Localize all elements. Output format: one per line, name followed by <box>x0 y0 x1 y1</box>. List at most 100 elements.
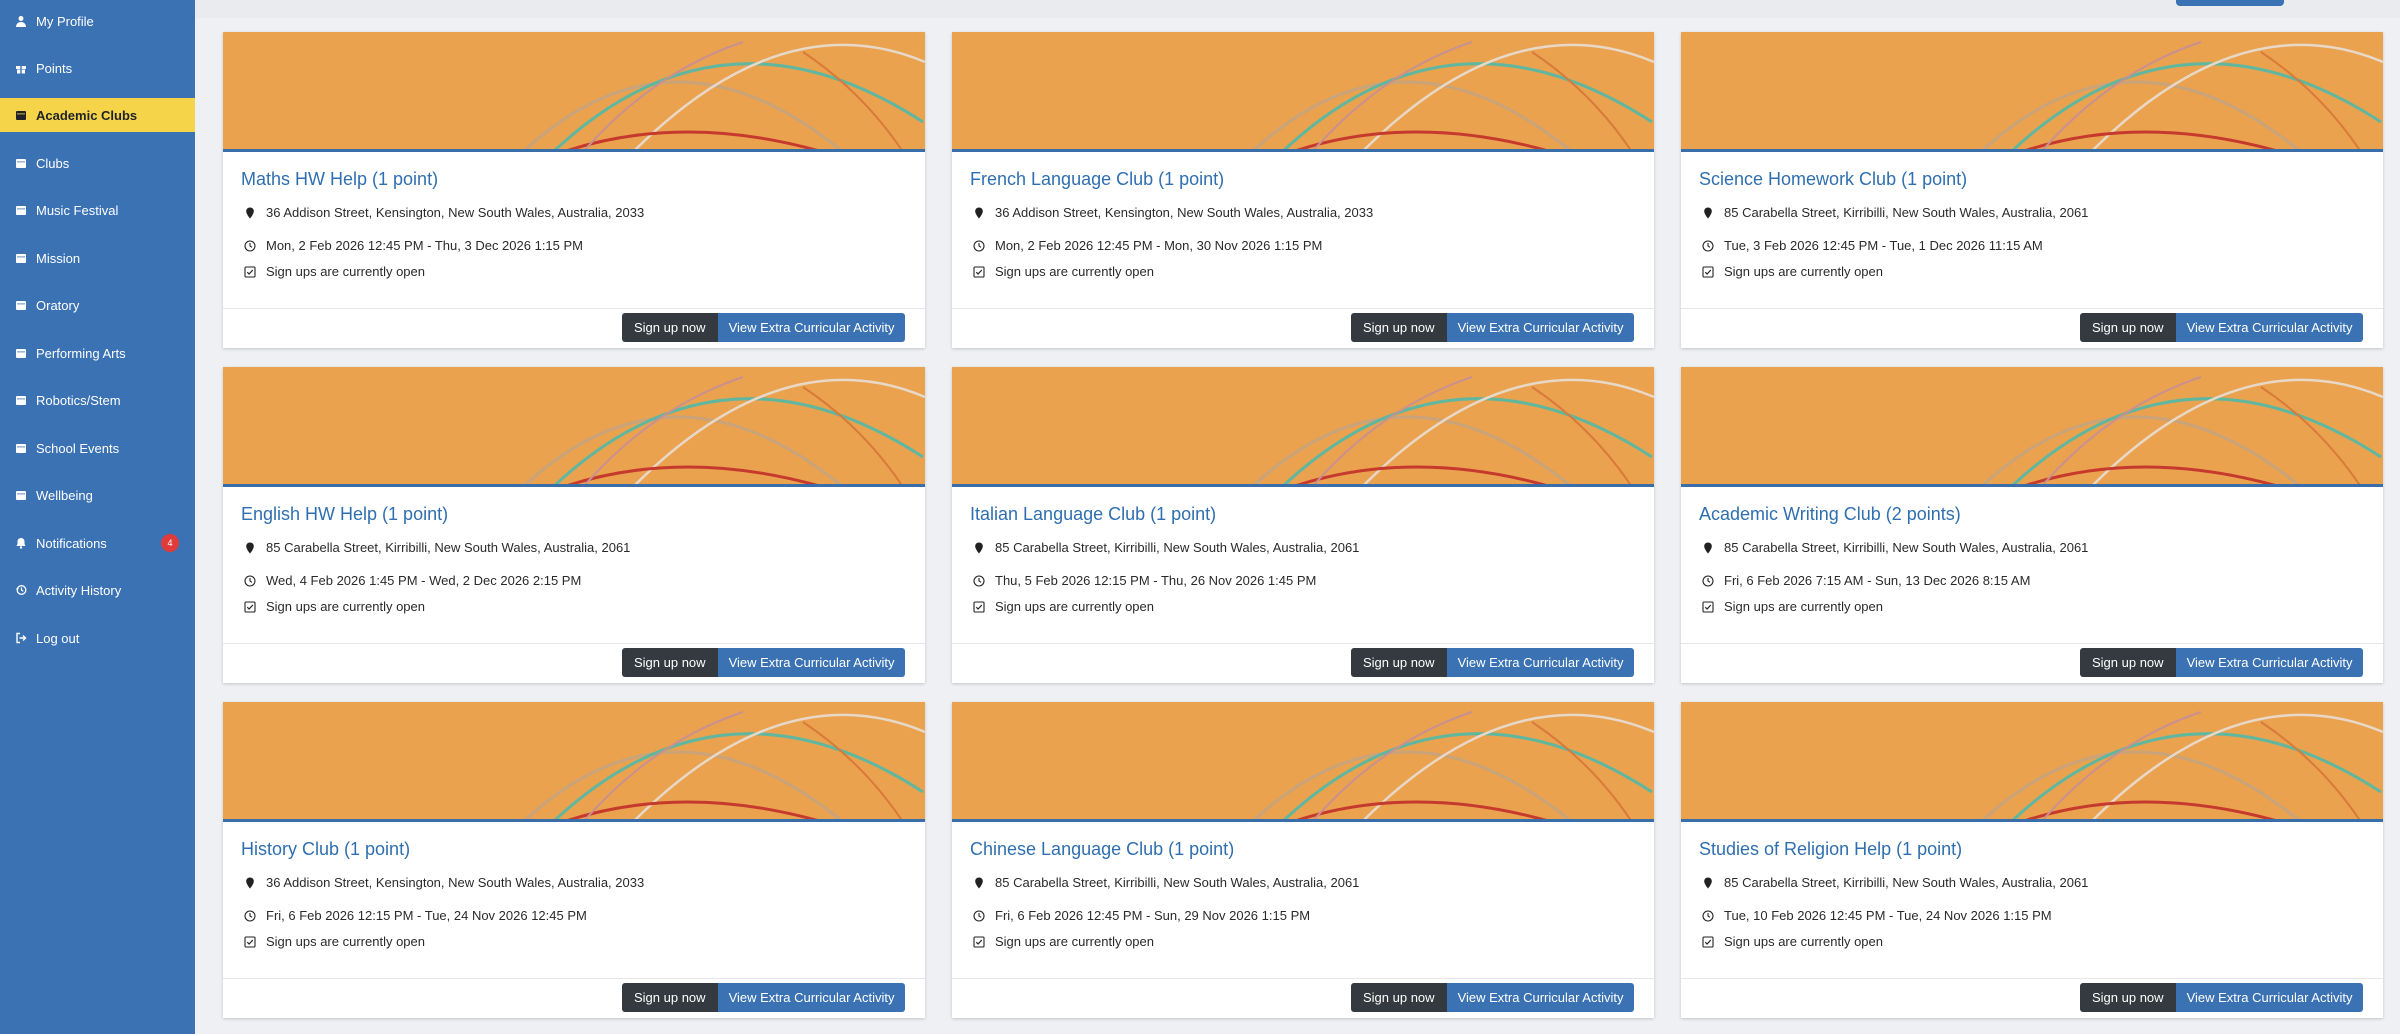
map-pin-icon <box>1701 206 1715 220</box>
view-activity-button[interactable]: View Extra Curricular Activity <box>1446 313 1635 342</box>
sign-up-button[interactable]: Sign up now <box>2080 648 2176 677</box>
card-time: Thu, 5 Feb 2026 12:15 PM - Thu, 26 Nov 2… <box>972 573 1316 588</box>
card-time: Fri, 6 Feb 2026 12:15 PM - Tue, 24 Nov 2… <box>243 908 587 923</box>
view-activity-button[interactable]: View Extra Curricular Activity <box>1446 983 1635 1012</box>
status-text: Sign ups are currently open <box>266 599 425 614</box>
sign-up-button[interactable]: Sign up now <box>2080 313 2176 342</box>
sidebar-item-wellbeing[interactable]: Wellbeing <box>0 478 195 512</box>
status-text: Sign ups are currently open <box>1724 264 1883 279</box>
sidebar-item-points[interactable]: Points <box>0 51 195 85</box>
clock-icon <box>1701 909 1715 923</box>
time-text: Tue, 3 Feb 2026 12:45 PM - Tue, 1 Dec 20… <box>1724 238 2043 253</box>
sidebar: My Profile Points Academic Clubs Clubs M… <box>0 0 195 1034</box>
sidebar-item-mission[interactable]: Mission <box>0 241 195 275</box>
sidebar-item-clubs[interactable]: Clubs <box>0 146 195 180</box>
card-title-link[interactable]: English HW Help (1 point) <box>241 504 448 525</box>
sidebar-item-music-festival[interactable]: Music Festival <box>0 193 195 227</box>
card-actions: Sign up now View Extra Curricular Activi… <box>2080 313 2364 342</box>
clock-icon <box>1701 574 1715 588</box>
card-divider <box>952 643 1654 644</box>
calendar-icon <box>14 488 28 502</box>
location-text: 36 Addison Street, Kensington, New South… <box>995 205 1374 220</box>
card-status: Sign ups are currently open <box>243 264 425 279</box>
card-title-link[interactable]: Studies of Religion Help (1 point) <box>1699 839 1962 860</box>
top-action-button[interactable] <box>2176 0 2284 6</box>
clock-icon <box>972 239 986 253</box>
card-actions: Sign up now View Extra Curricular Activi… <box>622 983 906 1012</box>
sidebar-item-log-out[interactable]: Log out <box>0 621 195 655</box>
card-title-link[interactable]: French Language Club (1 point) <box>970 169 1224 190</box>
card-divider <box>952 978 1654 979</box>
check-square-icon <box>1701 265 1715 279</box>
sidebar-item-my-profile[interactable]: My Profile <box>0 4 195 38</box>
sign-up-button[interactable]: Sign up now <box>2080 983 2176 1012</box>
card-title-link[interactable]: Academic Writing Club (2 points) <box>1699 504 1961 525</box>
location-text: 85 Carabella Street, Kirribilli, New Sou… <box>1724 875 2089 890</box>
activity-card: French Language Club (1 point) 36 Addiso… <box>952 32 1654 348</box>
card-banner-image <box>952 367 1654 487</box>
view-activity-button[interactable]: View Extra Curricular Activity <box>2175 313 2364 342</box>
card-time: Wed, 4 Feb 2026 1:45 PM - Wed, 2 Dec 202… <box>243 573 581 588</box>
view-activity-button[interactable]: View Extra Curricular Activity <box>2175 648 2364 677</box>
calendar-icon <box>14 108 28 122</box>
sidebar-item-activity-history[interactable]: Activity History <box>0 573 195 607</box>
card-actions: Sign up now View Extra Curricular Activi… <box>622 313 906 342</box>
card-location: 85 Carabella Street, Kirribilli, New Sou… <box>972 540 1359 555</box>
calendar-icon <box>14 441 28 455</box>
activity-card: Italian Language Club (1 point) 85 Carab… <box>952 367 1654 683</box>
notification-count-badge: 4 <box>161 534 179 552</box>
location-text: 85 Carabella Street, Kirribilli, New Sou… <box>1724 540 2089 555</box>
card-divider <box>1681 978 2383 979</box>
sign-up-button[interactable]: Sign up now <box>1351 983 1447 1012</box>
card-status: Sign ups are currently open <box>243 934 425 949</box>
card-title-link[interactable]: Chinese Language Club (1 point) <box>970 839 1234 860</box>
card-time: Tue, 10 Feb 2026 12:45 PM - Tue, 24 Nov … <box>1701 908 2052 923</box>
sign-up-button[interactable]: Sign up now <box>1351 313 1447 342</box>
activity-card: History Club (1 point) 36 Addison Street… <box>223 702 925 1018</box>
sidebar-item-school-events[interactable]: School Events <box>0 431 195 465</box>
activity-card: Academic Writing Club (2 points) 85 Cara… <box>1681 367 2383 683</box>
sidebar-item-performing-arts[interactable]: Performing Arts <box>0 336 195 370</box>
view-activity-button[interactable]: View Extra Curricular Activity <box>717 648 906 677</box>
card-location: 36 Addison Street, Kensington, New South… <box>243 205 644 220</box>
card-banner-image <box>223 32 925 152</box>
view-activity-button[interactable]: View Extra Curricular Activity <box>717 983 906 1012</box>
card-location: 85 Carabella Street, Kirribilli, New Sou… <box>1701 540 2088 555</box>
card-title-link[interactable]: Science Homework Club (1 point) <box>1699 169 1967 190</box>
check-square-icon <box>972 935 986 949</box>
activity-card: Studies of Religion Help (1 point) 85 Ca… <box>1681 702 2383 1018</box>
card-time: Fri, 6 Feb 2026 7:15 AM - Sun, 13 Dec 20… <box>1701 573 2030 588</box>
view-activity-button[interactable]: View Extra Curricular Activity <box>2175 983 2364 1012</box>
clock-icon <box>243 574 257 588</box>
card-status: Sign ups are currently open <box>972 934 1154 949</box>
location-text: 85 Carabella Street, Kirribilli, New Sou… <box>995 540 1360 555</box>
status-text: Sign ups are currently open <box>995 599 1154 614</box>
sidebar-item-robotics-stem[interactable]: Robotics/Stem <box>0 383 195 417</box>
card-status: Sign ups are currently open <box>1701 264 1883 279</box>
view-activity-button[interactable]: View Extra Curricular Activity <box>1446 648 1635 677</box>
check-square-icon <box>243 265 257 279</box>
sign-up-button[interactable]: Sign up now <box>622 983 718 1012</box>
check-square-icon <box>243 600 257 614</box>
card-divider <box>952 308 1654 309</box>
view-activity-button[interactable]: View Extra Curricular Activity <box>717 313 906 342</box>
card-location: 36 Addison Street, Kensington, New South… <box>972 205 1373 220</box>
sidebar-item-notifications[interactable]: Notifications 4 <box>0 526 195 560</box>
status-text: Sign ups are currently open <box>266 264 425 279</box>
sidebar-item-oratory[interactable]: Oratory <box>0 288 195 322</box>
card-title-link[interactable]: Italian Language Club (1 point) <box>970 504 1216 525</box>
card-title-link[interactable]: Maths HW Help (1 point) <box>241 169 438 190</box>
sign-up-button[interactable]: Sign up now <box>622 313 718 342</box>
card-title-link[interactable]: History Club (1 point) <box>241 839 410 860</box>
check-square-icon <box>972 265 986 279</box>
activity-card: English HW Help (1 point) 85 Carabella S… <box>223 367 925 683</box>
sidebar-item-academic-clubs[interactable]: Academic Clubs <box>0 98 195 132</box>
map-pin-icon <box>243 541 257 555</box>
map-pin-icon <box>972 876 986 890</box>
time-text: Mon, 2 Feb 2026 12:45 PM - Mon, 30 Nov 2… <box>995 238 1323 253</box>
card-divider <box>223 308 925 309</box>
sign-up-button[interactable]: Sign up now <box>622 648 718 677</box>
card-location: 85 Carabella Street, Kirribilli, New Sou… <box>243 540 630 555</box>
sign-up-button[interactable]: Sign up now <box>1351 648 1447 677</box>
clock-icon <box>972 574 986 588</box>
